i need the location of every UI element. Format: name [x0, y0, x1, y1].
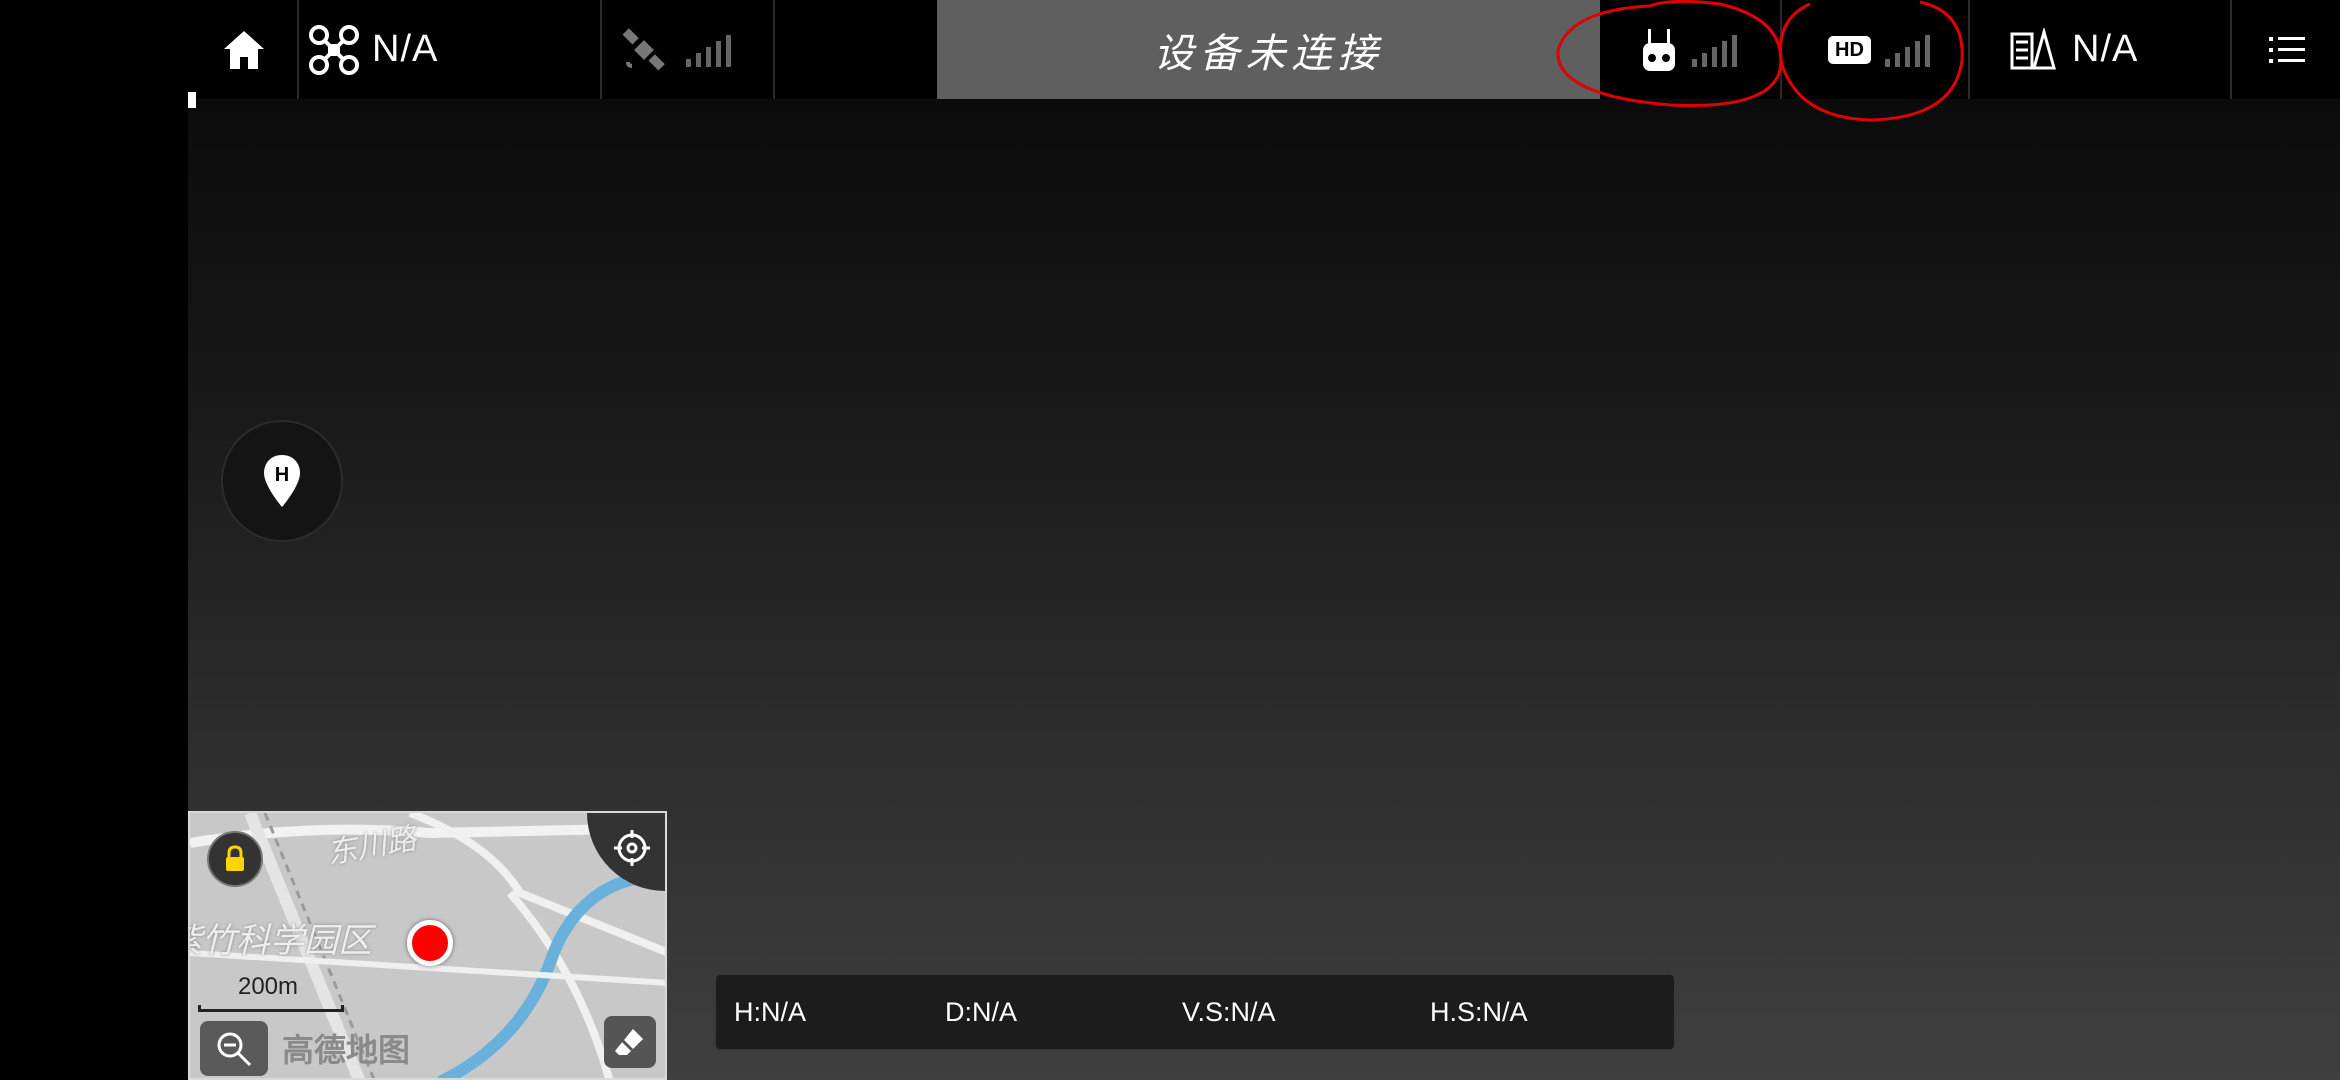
connection-status-banner: 设备未连接 [937, 0, 1600, 99]
home-button[interactable] [205, 0, 283, 99]
map-erase-button[interactable] [604, 1016, 656, 1068]
aircraft-label: N/A [372, 28, 439, 70]
separator [773, 0, 775, 99]
map-lock-button[interactable] [207, 831, 263, 887]
zoom-out-icon [217, 1032, 252, 1066]
crosshair-icon [614, 830, 650, 866]
home-point-letter: H [275, 464, 289, 486]
eraser-icon [615, 1029, 643, 1055]
drone-icon [309, 24, 359, 75]
status-marker [188, 92, 196, 108]
distance-readout: D:N/A [945, 997, 1018, 1027]
horizontal-speed-readout: H.S:N/A [1430, 997, 1528, 1027]
separator [600, 0, 602, 99]
vertical-speed-readout: V.S:N/A [1182, 997, 1276, 1027]
home-icon [224, 30, 264, 69]
separator [297, 0, 299, 99]
map-zoom-out-button[interactable] [200, 1021, 268, 1076]
telemetry-bar: H:N/A D:N/A V.S:N/A H.S:N/A [714, 973, 1676, 1051]
gps-signal-bars [686, 33, 731, 67]
separator [1780, 0, 1782, 99]
aircraft-position-marker [407, 920, 453, 966]
satellite-icon [622, 27, 665, 70]
top-bar: N/A 设备未连接 HD N/A [0, 0, 2340, 99]
map-scale-label: 200m [237, 973, 299, 1000]
gps-status[interactable] [620, 0, 770, 99]
status-banner-text: 设备未连接 [1153, 30, 1384, 77]
height-readout: H:N/A [734, 997, 807, 1027]
map-provider-logo: 高德地图 [282, 1031, 411, 1069]
aircraft-status[interactable]: N/A [308, 0, 598, 99]
remote-controller-icon [1643, 28, 1675, 71]
lock-icon [226, 845, 244, 871]
separator [2230, 0, 2232, 99]
map-scale-bar [198, 1005, 344, 1012]
menu-icon [2269, 36, 2305, 63]
flight-mode-status[interactable]: N/A [2008, 0, 2228, 99]
hd-badge: HD [1828, 35, 1871, 64]
checklist-icon [2010, 27, 2056, 69]
home-point-icon: H [264, 455, 300, 507]
mini-map[interactable]: 东川路 紫竹科学园区 200m 高德地图 [188, 811, 667, 1080]
map-area-label: 紫竹科学园区 [188, 921, 372, 961]
menu-button[interactable] [2262, 0, 2312, 99]
hd-link-status[interactable]: HD [1828, 0, 1958, 99]
separator [1968, 0, 1970, 99]
flight-mode-label: N/A [2072, 28, 2139, 70]
hd-signal-bars [1884, 33, 1930, 67]
rc-signal-bars [1692, 33, 1737, 67]
home-point-button[interactable]: H [221, 420, 343, 542]
remote-controller-status[interactable] [1640, 0, 1760, 99]
